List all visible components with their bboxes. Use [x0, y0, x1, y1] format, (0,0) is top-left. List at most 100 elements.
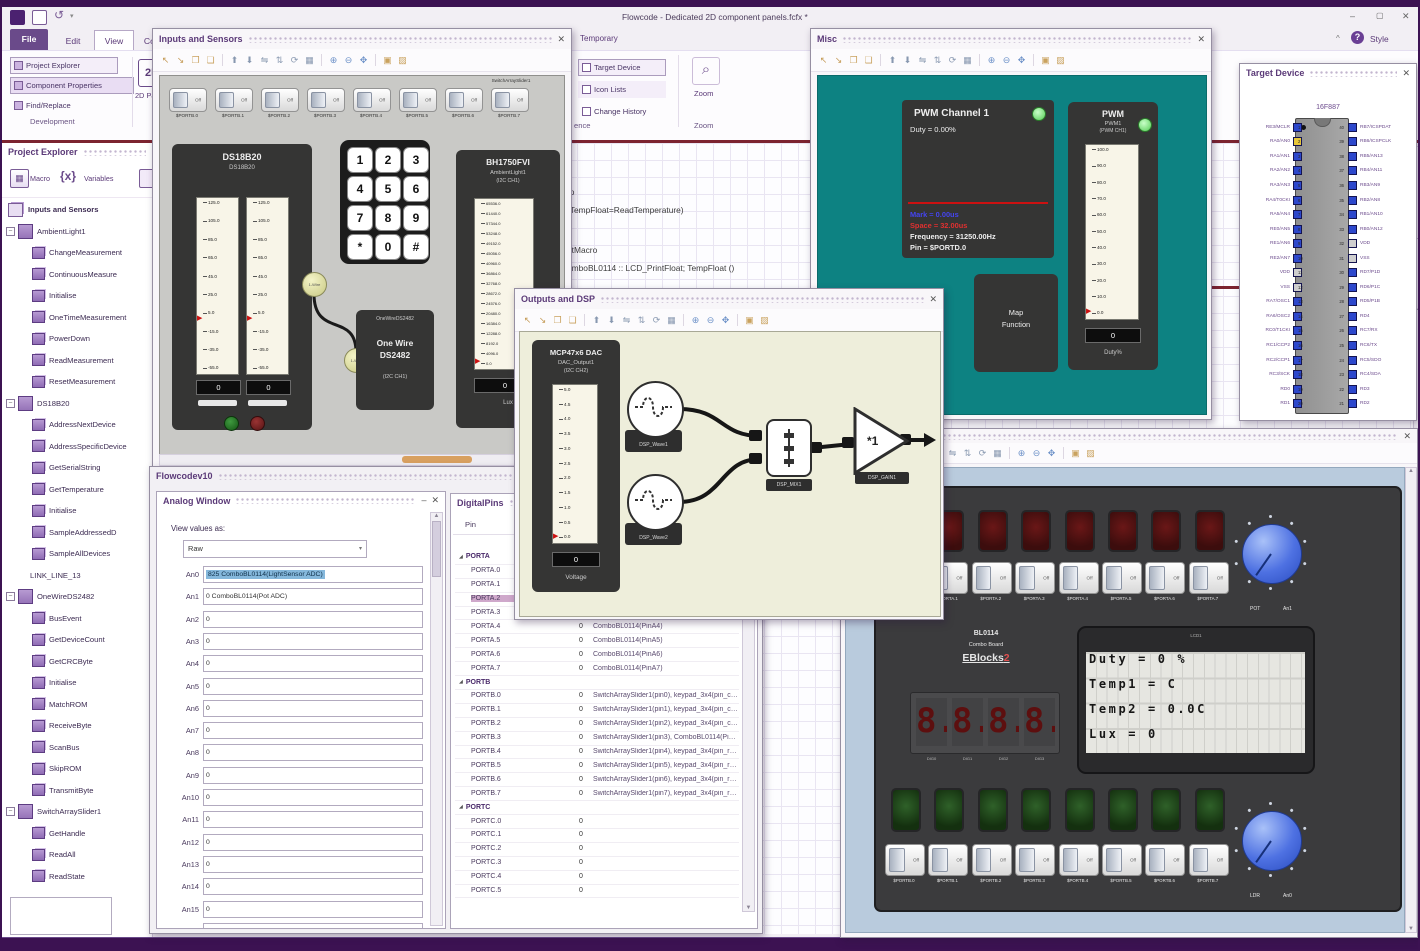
input-switch[interactable]: Off	[307, 88, 345, 112]
pin-connector-icon[interactable]	[1348, 370, 1357, 380]
analog-scrollbar[interactable]: ▲	[430, 512, 443, 926]
dsp-mixer-block[interactable]	[766, 419, 812, 477]
digital-row-PORTC.5[interactable]: PORTC.5 0	[455, 884, 739, 899]
zoom-out-icon[interactable]: ⊖	[342, 54, 355, 67]
rotate-icon[interactable]: ⟳	[288, 54, 301, 67]
board-switch[interactable]: Off	[1102, 844, 1142, 876]
lock-icon[interactable]: ▣	[1069, 447, 1082, 460]
variables-icon[interactable]: {x}	[60, 169, 76, 183]
keypad-key-5[interactable]: 5	[375, 176, 401, 202]
tab-file[interactable]: File	[10, 29, 48, 50]
inputs-and-sensors-window[interactable]: Inputs and Sensors ✕ ↖ ↘ ❐ ❏ ⬆ ⬇ ⇋ ⇅ ⟳ ▦ ⊕ ⊖ ✥ ▣ ▨ Off…	[152, 28, 572, 468]
board-vertical-scrollbar[interactable]: ▲ ▼	[1405, 467, 1417, 933]
paste-icon[interactable]: ❏	[204, 54, 217, 67]
board-switch[interactable]: Off	[1058, 562, 1099, 594]
input-switch[interactable]: Off	[169, 88, 207, 112]
flip-v-icon[interactable]: ⇅	[273, 54, 286, 67]
flip-v-icon[interactable]: ⇅	[635, 314, 648, 327]
group-icon[interactable]: ▦	[961, 54, 974, 67]
analog-value-field[interactable]: 0	[203, 744, 423, 762]
tree-item-matchrom[interactable]: MatchROM	[2, 694, 152, 716]
copy-icon[interactable]: ❐	[189, 54, 202, 67]
zoom-icon[interactable]: ⌕	[692, 57, 720, 85]
tree-item-skiprom[interactable]: SkipROM	[2, 758, 152, 780]
bring-front-icon[interactable]: ⬆	[886, 54, 899, 67]
input-switch[interactable]: Off	[491, 88, 529, 112]
dock-resize-box[interactable]	[10, 897, 112, 935]
flip-h-icon[interactable]: ⇋	[258, 54, 271, 67]
digital-row-PORTB.1[interactable]: PORTB.1 0 SwitchArraySlider1(pin1), keypad…	[455, 703, 739, 718]
project-explorer-header[interactable]: Project Explorer	[2, 143, 152, 161]
pin-connector-icon[interactable]	[1348, 151, 1357, 161]
pwm-channel-panel[interactable]: PWM Channel 1 Duty = 0.00% Mark = 0.00us…	[902, 100, 1054, 258]
tree-item-scanbus[interactable]: ScanBus	[2, 737, 152, 759]
inputs-window-titlebar[interactable]: Inputs and Sensors ✕	[153, 29, 571, 49]
horizontal-scrollbar[interactable]	[159, 454, 565, 466]
analog-value-field[interactable]: 0	[203, 699, 423, 717]
input-switch[interactable]: Off	[445, 88, 483, 112]
tree-item-getcrcbyte[interactable]: GetCRCByte	[2, 651, 152, 673]
paste-icon[interactable]: ❏	[566, 314, 579, 327]
tree-item-ambientlight1[interactable]: – AmbientLight1	[2, 221, 152, 243]
keypad-key-9[interactable]: 9	[403, 205, 429, 231]
keypad-key-8[interactable]: 8	[375, 205, 401, 231]
target-device-window[interactable]: Target Device ✕ 16F887 RE3/MCLR RA0/AN0 RA…	[1239, 63, 1417, 421]
tree-item-readall[interactable]: ReadAll	[2, 844, 152, 866]
digital-row-PORTB.7[interactable]: PORTB.7 0 SwitchArraySlider1(pin7), keypad…	[455, 786, 739, 802]
tree-item-continuousmeasure[interactable]: ContinuousMeasure	[2, 264, 152, 286]
pan-icon[interactable]: ✥	[1045, 447, 1058, 460]
maximize-button[interactable]: ▢	[1376, 11, 1384, 20]
tab-edit[interactable]: Edit	[56, 32, 90, 50]
board-switch[interactable]: Off	[1102, 562, 1142, 594]
rotate-icon[interactable]: ⟳	[650, 314, 663, 327]
tree-item-resetmeasurement[interactable]: ResetMeasurement	[2, 371, 152, 393]
project-explorer-button[interactable]: Project Explorer	[10, 57, 118, 74]
keypad-key-7[interactable]: 7	[347, 205, 373, 231]
undo-icon[interactable]: ↺	[54, 8, 64, 22]
digital-row-PORTC.1[interactable]: PORTC.1 0	[455, 828, 739, 843]
keypad-key-3[interactable]: 3	[403, 147, 429, 173]
bring-front-icon[interactable]: ⬆	[228, 54, 241, 67]
keypad-key-4[interactable]: 4	[347, 176, 373, 202]
select-icon[interactable]: ↖	[521, 314, 534, 327]
pin-connector-icon[interactable]	[1348, 282, 1357, 292]
copy-icon[interactable]: ❐	[551, 314, 564, 327]
expander-icon[interactable]: –	[6, 592, 15, 602]
paste-icon[interactable]: ❏	[862, 54, 875, 67]
redo-caret-icon[interactable]: ▾	[70, 12, 74, 20]
tree-item-switcharrayslider1[interactable]: – SwitchArraySlider1	[2, 801, 152, 823]
pin-connector-icon[interactable]	[1348, 326, 1357, 336]
board-switch[interactable]: Off	[971, 844, 1012, 876]
style-label[interactable]: Style	[1370, 34, 1389, 44]
pin-connector-icon[interactable]	[1348, 355, 1357, 365]
pin-connector-icon[interactable]	[1348, 399, 1357, 409]
help-icon[interactable]: ?	[1351, 31, 1364, 44]
digital-row-PORTA.5[interactable]: PORTA.5 0 ComboBL0114(PinA5)	[455, 633, 739, 649]
expander-icon[interactable]: ◢	[459, 804, 463, 810]
tree-item-changemeasurement[interactable]: ChangeMeasurement	[2, 242, 152, 264]
input-switch[interactable]: Off	[353, 88, 391, 112]
change-history-checkbox[interactable]: Change History	[578, 103, 674, 120]
target-device-checkbox[interactable]: Target Device	[578, 59, 666, 76]
keypad-key-2[interactable]: 2	[375, 147, 401, 173]
tree-item-initialise[interactable]: Initialise	[2, 500, 152, 522]
flip-h-icon[interactable]: ⇋	[620, 314, 633, 327]
input-switch[interactable]: Off	[215, 88, 253, 112]
tree-item-gethandle[interactable]: GetHandle	[2, 823, 152, 845]
tree-item-sampleaddressedd[interactable]: SampleAddressedD	[2, 522, 152, 544]
group-icon[interactable]: ▦	[665, 314, 678, 327]
digital-row-PORTC.0[interactable]: PORTC.0 0	[455, 814, 739, 829]
close-button[interactable]: ✕	[1402, 11, 1410, 22]
tree-item-addressnextdevice[interactable]: AddressNextDevice	[2, 414, 152, 436]
tree-item-initialise[interactable]: Initialise	[2, 672, 152, 694]
tree-item-ds18b20[interactable]: – DS18B20	[2, 393, 152, 415]
icon-lists-checkbox[interactable]: Icon Lists	[578, 81, 666, 98]
digital-row-PORTB[interactable]: ◢ PORTB	[455, 675, 739, 690]
tree-item-powerdown[interactable]: PowerDown	[2, 328, 152, 350]
zoom-out-icon[interactable]: ⊖	[1030, 447, 1043, 460]
macro-icon[interactable]: ▦	[10, 169, 29, 188]
close-icon[interactable]: ✕	[557, 34, 565, 44]
board-switch[interactable]: Off	[1188, 844, 1229, 876]
misc-window-titlebar[interactable]: Misc ✕	[811, 29, 1211, 49]
digital-row-PORTC.3[interactable]: PORTC.3 0	[455, 856, 739, 871]
